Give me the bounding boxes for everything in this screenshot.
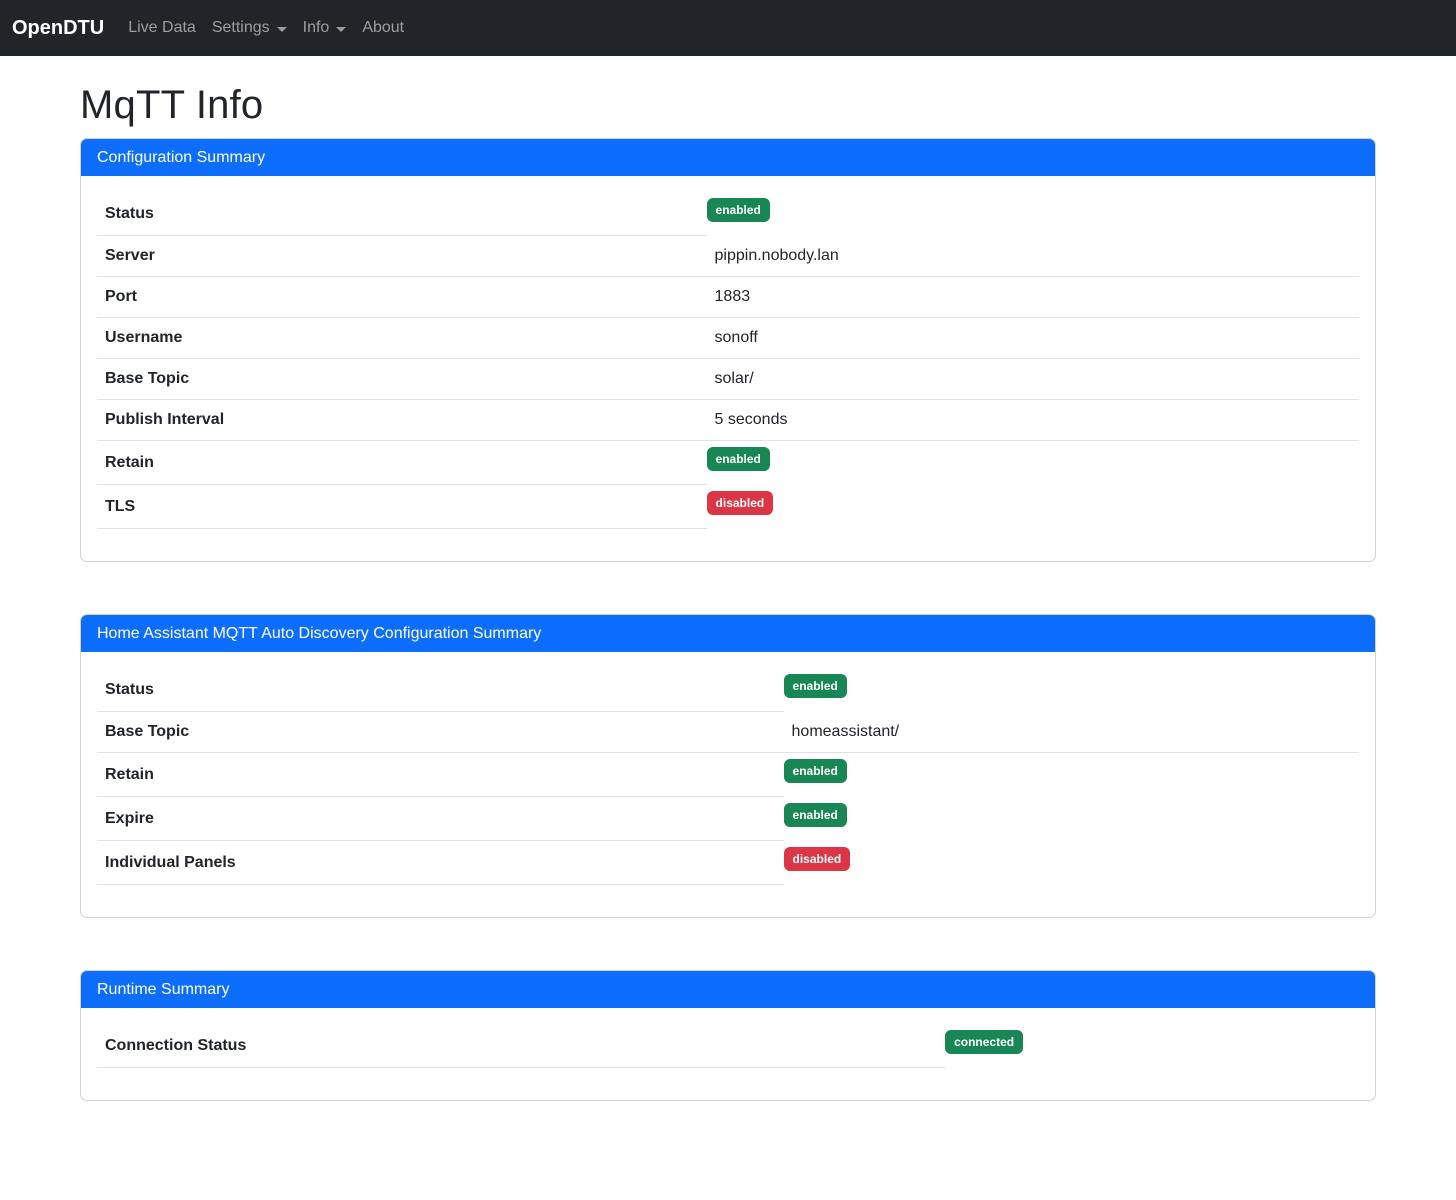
table-row: Expireenabled: [97, 797, 1359, 841]
row-value: connected: [945, 1024, 1359, 1068]
row-label: Expire: [97, 797, 784, 841]
table-row: Base Topichomeassistant/: [97, 712, 1359, 753]
row-value: enabled: [784, 797, 1359, 841]
card-header: Configuration Summary: [81, 139, 1375, 176]
card-body: StatusenabledBase Topichomeassistant/Ret…: [81, 652, 1375, 917]
row-value: 1883: [707, 277, 1359, 318]
row-value: 5 seconds: [707, 400, 1359, 441]
page-title: MqTT Info: [80, 81, 1376, 129]
summary-table: StatusenabledBase Topichomeassistant/Ret…: [97, 668, 1359, 885]
card-header: Home Assistant MQTT Auto Discovery Confi…: [81, 615, 1375, 652]
row-value: disabled: [784, 841, 1359, 885]
row-label: Status: [97, 668, 784, 712]
status-badge: connected: [945, 1030, 1023, 1054]
row-value: disabled: [707, 485, 1359, 529]
status-badge: enabled: [784, 674, 847, 698]
row-value: solar/: [707, 359, 1359, 400]
nav-item-live-data[interactable]: Live Data: [120, 11, 204, 45]
status-badge: enabled: [784, 803, 847, 827]
table-row: Connection Statusconnected: [97, 1024, 1359, 1068]
row-label: Server: [97, 236, 707, 277]
table-row: Usernamesonoff: [97, 318, 1359, 359]
main-container: MqTT Info Configuration Summary Statusen…: [68, 81, 1388, 1101]
row-value: pippin.nobody.lan: [707, 236, 1359, 277]
status-badge: disabled: [784, 847, 851, 871]
row-label: Status: [97, 192, 707, 236]
nav-item-label: Settings: [212, 19, 270, 37]
navbar-menu: Live Data Settings Info About: [120, 11, 412, 45]
table-row: Serverpippin.nobody.lan: [97, 236, 1359, 277]
row-label: Connection Status: [97, 1024, 945, 1068]
card-header: Runtime Summary: [81, 971, 1375, 1008]
caret-down-icon: [336, 27, 346, 32]
table-row: Individual Panelsdisabled: [97, 841, 1359, 885]
summary-table: Connection Statusconnected: [97, 1024, 1359, 1068]
row-value: enabled: [784, 753, 1359, 797]
table-row: Retainenabled: [97, 441, 1359, 485]
nav-item-label: Live Data: [128, 19, 196, 37]
card-runtime-summary: Runtime Summary Connection Statusconnect…: [80, 970, 1376, 1101]
table-row: Statusenabled: [97, 192, 1359, 236]
row-label: Port: [97, 277, 707, 318]
row-value: enabled: [707, 441, 1359, 485]
nav-item-settings[interactable]: Settings: [204, 11, 295, 45]
summary-table: StatusenabledServerpippin.nobody.lanPort…: [97, 192, 1359, 529]
row-value: sonoff: [707, 318, 1359, 359]
nav-item-label: Info: [303, 19, 330, 37]
table-row: Retainenabled: [97, 753, 1359, 797]
card-body: StatusenabledServerpippin.nobody.lanPort…: [81, 176, 1375, 561]
nav-item-about[interactable]: About: [354, 11, 412, 45]
card-ha-mqtt-auto-discovery-summary: Home Assistant MQTT Auto Discovery Confi…: [80, 614, 1376, 918]
row-value: enabled: [784, 668, 1359, 712]
status-badge: enabled: [707, 447, 770, 471]
table-row: Publish Interval5 seconds: [97, 400, 1359, 441]
row-label: Retain: [97, 441, 707, 485]
nav-item-info[interactable]: Info: [295, 11, 355, 45]
table-row: TLSdisabled: [97, 485, 1359, 529]
row-label: Individual Panels: [97, 841, 784, 885]
row-label: TLS: [97, 485, 707, 529]
row-value: enabled: [707, 192, 1359, 236]
row-label: Username: [97, 318, 707, 359]
card-body: Connection Statusconnected: [81, 1008, 1375, 1100]
row-label: Publish Interval: [97, 400, 707, 441]
row-label: Retain: [97, 753, 784, 797]
status-badge: disabled: [707, 491, 774, 515]
table-row: Port1883: [97, 277, 1359, 318]
table-row: Statusenabled: [97, 668, 1359, 712]
row-value: homeassistant/: [784, 712, 1359, 753]
brand-opendtu[interactable]: OpenDTU: [12, 17, 104, 40]
navbar: OpenDTU Live Data Settings Info About: [0, 0, 1456, 56]
row-label: Base Topic: [97, 712, 784, 753]
status-badge: enabled: [784, 759, 847, 783]
row-label: Base Topic: [97, 359, 707, 400]
table-row: Base Topicsolar/: [97, 359, 1359, 400]
caret-down-icon: [277, 27, 287, 32]
card-configuration-summary: Configuration Summary StatusenabledServe…: [80, 138, 1376, 562]
nav-item-label: About: [362, 19, 404, 37]
status-badge: enabled: [707, 198, 770, 222]
